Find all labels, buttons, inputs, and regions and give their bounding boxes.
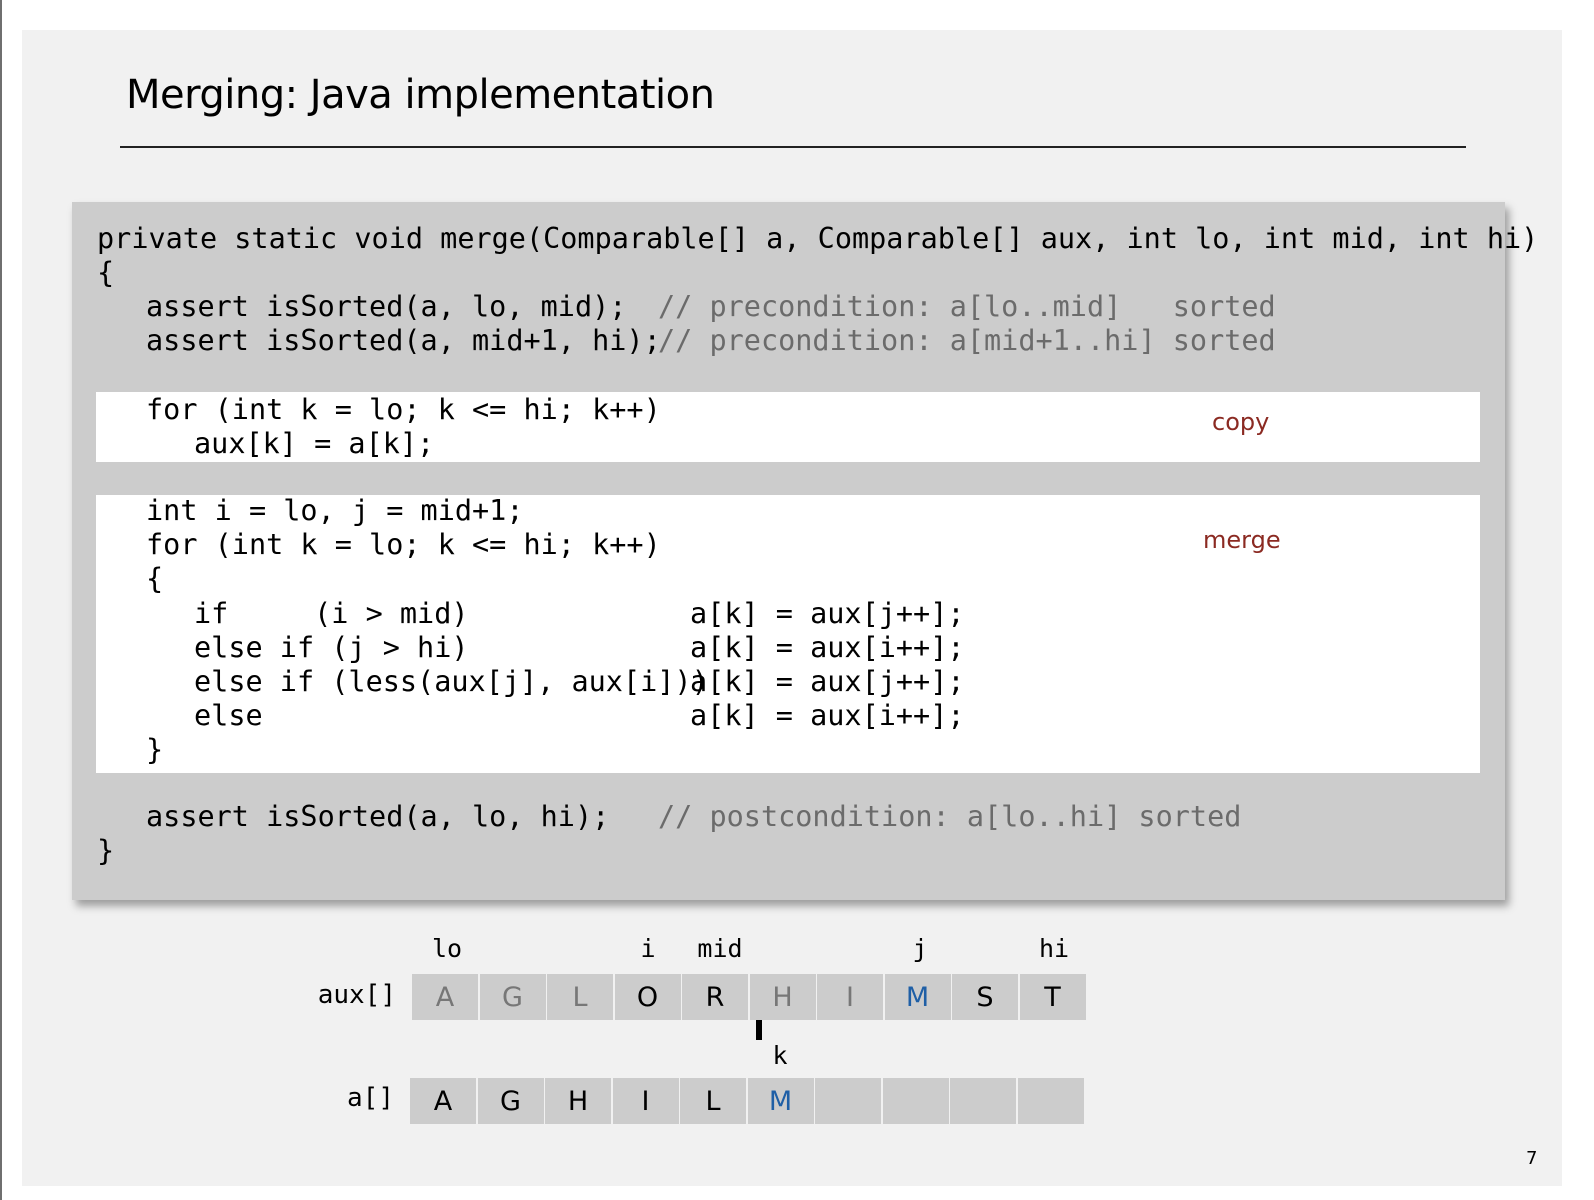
a-cell: H bbox=[545, 1078, 611, 1124]
code-comment-3: // postcondition: a[lo..hi] sorted bbox=[658, 800, 1242, 833]
a-cell bbox=[1017, 1078, 1084, 1124]
code-if-1-cond: if (i > mid) bbox=[194, 597, 469, 630]
aux-cell: G bbox=[479, 974, 546, 1020]
a-cell bbox=[882, 1078, 949, 1124]
pointer-mid: mid bbox=[697, 934, 743, 963]
a-cell bbox=[815, 1078, 881, 1124]
code-if-4-cond: else bbox=[194, 699, 263, 732]
left-edge-line bbox=[0, 0, 2, 1200]
code-signature: private static void merge(Comparable[] a… bbox=[97, 222, 1539, 255]
a-cell: G bbox=[477, 1078, 544, 1124]
code-comment-1: // precondition: a[lo..mid] sorted bbox=[658, 290, 1276, 323]
a-cell bbox=[950, 1078, 1016, 1124]
aux-array-label: aux[] bbox=[317, 980, 396, 1010]
code-if-3-stmt: a[k] = aux[j++]; bbox=[690, 665, 965, 698]
a-cell: M bbox=[747, 1078, 814, 1124]
aux-cell: S bbox=[952, 974, 1018, 1020]
page-number: 7 bbox=[1526, 1148, 1538, 1169]
copy-label: copy bbox=[1212, 408, 1270, 436]
code-comment-2: // precondition: a[mid+1..hi] sorted bbox=[658, 324, 1276, 357]
slide-title: Merging: Java implementation bbox=[126, 72, 715, 118]
code-assert-2: assert isSorted(a, mid+1, hi); bbox=[146, 324, 661, 357]
a-array-label: a[] bbox=[347, 1083, 394, 1113]
a-cell: I bbox=[612, 1078, 679, 1124]
code-copy-loop: for (int k = lo; k <= hi; k++) bbox=[146, 393, 661, 426]
a-cell: A bbox=[410, 1078, 476, 1124]
code-if-4-stmt: a[k] = aux[i++]; bbox=[690, 699, 965, 732]
code-loop-open: { bbox=[146, 562, 164, 595]
aux-cell: A bbox=[412, 974, 478, 1020]
code-init-ij: int i = lo, j = mid+1; bbox=[146, 494, 524, 527]
title-underline bbox=[120, 146, 1466, 148]
pointer-lo: lo bbox=[431, 934, 463, 963]
code-open-brace: { bbox=[97, 256, 115, 289]
aux-cell: M bbox=[884, 974, 951, 1020]
code-copy-body: aux[k] = a[k]; bbox=[194, 427, 435, 460]
merge-label: merge bbox=[1203, 526, 1281, 554]
pointer-k: k bbox=[772, 1041, 788, 1070]
aux-cell: H bbox=[749, 974, 816, 1020]
code-merge-loop: for (int k = lo; k <= hi; k++) bbox=[146, 528, 661, 561]
aux-cell: O bbox=[614, 974, 681, 1020]
code-if-3-cond: else if (less(aux[j], aux[i])) bbox=[194, 665, 709, 698]
pointer-j: j bbox=[912, 934, 928, 963]
code-close-brace: } bbox=[97, 834, 115, 867]
pointer-hi: hi bbox=[1038, 934, 1070, 963]
aux-cell: L bbox=[547, 974, 613, 1020]
code-if-1-stmt: a[k] = aux[j++]; bbox=[690, 597, 965, 630]
a-cell: L bbox=[680, 1078, 746, 1124]
code-if-2-stmt: a[k] = aux[i++]; bbox=[690, 631, 965, 664]
code-assert-1: assert isSorted(a, lo, mid); bbox=[146, 290, 627, 323]
aux-cell: T bbox=[1019, 974, 1086, 1020]
pointer-i: i bbox=[640, 934, 656, 963]
code-if-2-cond: else if (j > hi) bbox=[194, 631, 469, 664]
aux-cell: I bbox=[817, 974, 883, 1020]
aux-cell: R bbox=[682, 974, 748, 1020]
code-assert-3: assert isSorted(a, lo, hi); bbox=[146, 800, 610, 833]
code-loop-close: } bbox=[146, 733, 164, 766]
